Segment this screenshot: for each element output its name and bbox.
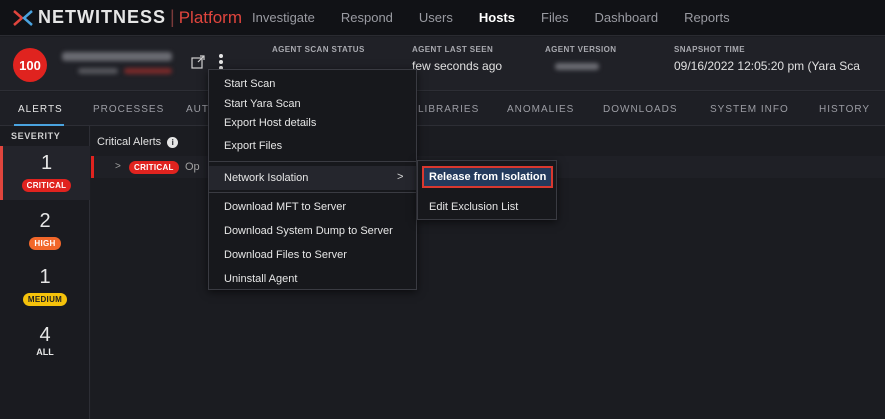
tab-anomalies[interactable]: ANOMALIES	[507, 104, 574, 115]
host-name-redacted	[62, 52, 172, 61]
menu-divider	[209, 192, 416, 193]
meta-label: AGENT LAST SEEN	[412, 45, 494, 54]
meta-label: SNAPSHOT TIME	[674, 45, 745, 54]
severity-high[interactable]: 2 HIGH	[0, 210, 90, 258]
severity-all-label: ALL	[36, 347, 54, 357]
row-severity-badge: CRITICAL	[129, 161, 179, 174]
nav-respond[interactable]: Respond	[341, 10, 393, 25]
tab-alerts[interactable]: ALERTS	[18, 104, 63, 115]
chevron-right-icon[interactable]: >	[115, 161, 121, 172]
menu-export-host-details[interactable]: Export Host details	[224, 117, 316, 129]
netwitness-logo-icon	[13, 9, 33, 26]
alerts-title: Critical Alerts	[97, 136, 162, 148]
menu-export-files[interactable]: Export Files	[224, 140, 282, 152]
nav-files[interactable]: Files	[541, 10, 568, 25]
tab-history[interactable]: HISTORY	[819, 104, 870, 115]
meta-value: few seconds ago	[412, 59, 503, 73]
brand-product: Platform	[178, 7, 242, 27]
tab-downloads[interactable]: DOWNLOADS	[603, 104, 678, 115]
chevron-right-icon: >	[397, 171, 404, 183]
meta-value[interactable]: 09/16/2022 12:05:20 pm (Yara Sca	[674, 59, 860, 73]
host-header: 100 AGENT SCAN STATUS AGENT LAST SEEN fe…	[0, 37, 885, 91]
tab-system-info[interactable]: SYSTEM INFO	[710, 104, 789, 115]
menu-divider	[209, 161, 416, 162]
severity-badge: CRITICAL	[21, 179, 72, 192]
nav-investigate[interactable]: Investigate	[252, 10, 315, 25]
info-icon[interactable]: i	[167, 136, 179, 148]
agent-version: AGENT VERSION	[545, 45, 616, 70]
severity-marker	[91, 156, 94, 178]
alert-name: Op	[185, 161, 200, 173]
external-link-icon[interactable]	[191, 55, 205, 69]
severity-critical[interactable]: 1 CRITICAL	[0, 146, 90, 200]
agent-last-seen: AGENT LAST SEEN few seconds ago	[412, 45, 502, 73]
top-nav: NETWITNESS | Platform Investigate Respon…	[0, 0, 885, 36]
version-redacted	[555, 63, 599, 70]
host-status-redacted	[124, 68, 172, 74]
tab-processes[interactable]: PROCESSES	[93, 104, 164, 115]
edit-exclusion-list-button[interactable]: Edit Exclusion List	[429, 201, 518, 213]
severity-all[interactable]: 4 ALL	[0, 324, 90, 372]
brand-logo[interactable]: NETWITNESS | Platform	[0, 0, 252, 36]
menu-network-isolation[interactable]: Network Isolation	[209, 166, 416, 190]
network-isolation-submenu: Release from Isolation Edit Exclusion Li…	[417, 160, 557, 220]
meta-label: AGENT VERSION	[545, 45, 617, 54]
meta-label: AGENT SCAN STATUS	[272, 45, 365, 54]
severity-count: 1	[39, 266, 51, 288]
severity-badge: MEDIUM	[22, 293, 68, 306]
risk-score-badge[interactable]: 100	[13, 48, 47, 82]
nav-reports[interactable]: Reports	[684, 10, 730, 25]
severity-title: SEVERITY	[11, 131, 61, 141]
menu-download-system-dump[interactable]: Download System Dump to Server	[224, 225, 393, 237]
menu-start-yara-scan[interactable]: Start Yara Scan	[224, 98, 301, 110]
nav-hosts[interactable]: Hosts	[479, 10, 515, 25]
main-nav: Investigate Respond Users Hosts Files Da…	[252, 0, 756, 36]
tab-libraries[interactable]: LIBRARIES	[418, 104, 479, 115]
menu-uninstall-agent[interactable]: Uninstall Agent	[224, 273, 297, 285]
severity-count: 1	[40, 152, 53, 174]
release-from-isolation-button[interactable]: Release from Isolation	[422, 166, 553, 188]
severity-medium[interactable]: 1 MEDIUM	[0, 266, 90, 314]
severity-sidebar: SEVERITY 1 CRITICAL 2 HIGH 1 MEDIUM 4 AL…	[0, 126, 90, 419]
nav-users[interactable]: Users	[419, 10, 453, 25]
agent-scan-status: AGENT SCAN STATUS	[272, 45, 365, 54]
menu-start-scan[interactable]: Start Scan	[224, 78, 275, 90]
menu-download-mft[interactable]: Download MFT to Server	[224, 201, 346, 213]
nav-dashboard[interactable]: Dashboard	[594, 10, 658, 25]
brand-separator: |	[170, 7, 175, 27]
snapshot-time: SNAPSHOT TIME 09/16/2022 12:05:20 pm (Ya…	[674, 45, 860, 73]
menu-download-files[interactable]: Download Files to Server	[224, 249, 347, 261]
brand-name: NETWITNESS	[38, 7, 167, 27]
severity-count: 4	[39, 324, 51, 346]
severity-count: 2	[39, 210, 51, 232]
host-tabs: ALERTS PROCESSES AUT LIBRARIES ANOMALIES…	[0, 92, 885, 126]
host-actions-menu: Start Scan Start Yara Scan Export Host d…	[208, 69, 417, 290]
severity-badge: HIGH	[29, 237, 61, 250]
tab-autoruns[interactable]: AUT	[186, 104, 209, 115]
alerts-panel-header: Critical Alerts i	[97, 136, 179, 148]
host-ip-redacted	[78, 68, 118, 74]
